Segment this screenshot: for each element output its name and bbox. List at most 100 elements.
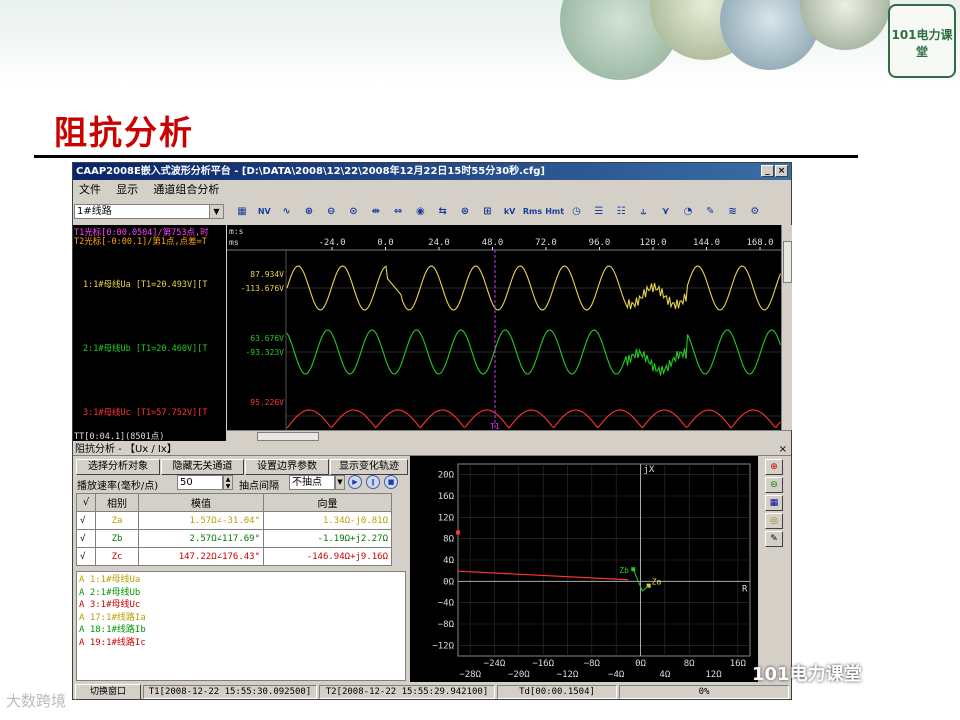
menu-view[interactable]: 显示 [116, 183, 138, 196]
impedance-panel-title: 阻抗分析 - 【Ux / Ix】 [75, 444, 177, 455]
channel-select[interactable]: 1#线路 ▼ [74, 204, 224, 219]
time-unit: ms [229, 238, 239, 247]
rms-icon[interactable]: Rms [523, 204, 542, 220]
chevron-down-icon[interactable]: ▼ [209, 205, 223, 218]
table-header-row: √ 相别 模值 向量 [76, 493, 392, 512]
hide-channels-button[interactable]: 隐藏无关通道 [161, 459, 244, 475]
clock-icon[interactable]: ◷ [568, 204, 586, 220]
zoom-y-icon[interactable]: ⊞ [478, 204, 496, 220]
channel-label[interactable]: 1:1#母线Ua [T1=20.493V][T [83, 278, 207, 290]
list-item[interactable]: A 17:1#线路Ia [79, 612, 403, 625]
sample-select[interactable]: 不抽点 [289, 475, 335, 490]
expand-icon[interactable]: ⇹ [367, 204, 385, 220]
list-item[interactable]: A 3:1#母线Uc [79, 599, 403, 612]
axis-label-r: R [742, 584, 748, 594]
axis-label-jx: jX [644, 465, 655, 475]
title-divider [34, 155, 858, 158]
table-header: 相别 [95, 493, 139, 512]
zoom-in-icon[interactable]: ⊕ [300, 204, 318, 220]
row-check[interactable]: √ [76, 529, 96, 548]
waveform-h-scrollbar[interactable] [227, 430, 791, 442]
kv-icon[interactable]: NV [255, 204, 273, 220]
zoom-in-icon[interactable]: ⊕ [765, 459, 783, 475]
waveform-area[interactable]: m:s ms -24.0 0.0 24.0 48.0 72.0 96.0 120.0 144.0 1… [227, 225, 781, 430]
compress-icon[interactable]: ⇔ [389, 204, 407, 220]
channel-label-panel: T1光标[0:00.0504]/第753点,时 T2光标[-0:00.1]/第1… [73, 225, 226, 430]
waveform-scrollbar[interactable] [781, 225, 792, 430]
minimize-button[interactable]: _ [761, 165, 774, 177]
stop-icon[interactable]: ■ [384, 475, 398, 489]
speed-input[interactable]: 50 [177, 475, 223, 490]
select-target-button[interactable]: 选择分析对象 [76, 459, 160, 475]
time-tick-label: 48.0 [482, 238, 504, 248]
app-window: CAAP2008E嵌入式波形分析平台 - [D:\DATA\2008\12\22… [72, 162, 792, 700]
scroll-thumb[interactable] [783, 241, 792, 283]
clock2-icon[interactable]: ◔ [679, 204, 697, 220]
channel-icon[interactable]: ▦ [233, 204, 251, 220]
impedance-panel-header: 阻抗分析 - 【Ux / Ix】 × [73, 443, 791, 456]
wave2-icon[interactable]: ≋ [724, 204, 742, 220]
list2-icon[interactable]: ☷ [612, 204, 630, 220]
play-icon[interactable]: ▶ [348, 475, 362, 489]
fault-icon[interactable]: ⋎ [657, 204, 675, 220]
window-title: CAAP2008E嵌入式波形分析平台 - [D:\DATA\2008\12\22… [76, 166, 545, 177]
table-row[interactable]: √ Za 1.57Ω∠-31.04° 1.34Ω-j0.81Ω [76, 511, 392, 530]
list-item[interactable]: A 2:1#母线Ub [79, 587, 403, 600]
chevron-down-icon[interactable]: ▼ [335, 475, 345, 490]
window-titlebar[interactable]: CAAP2008E嵌入式波形分析平台 - [D:\DATA\2008\12\22… [73, 163, 791, 180]
magnify-icon[interactable]: ⊛ [456, 204, 474, 220]
swap-icon[interactable]: ⇆ [434, 204, 452, 220]
harmonic-icon[interactable]: Hmt [545, 204, 564, 220]
row-vector: 1.34Ω-j0.81Ω [263, 511, 392, 530]
table-header: 模值 [138, 493, 264, 512]
h-scroll-thumb[interactable] [257, 432, 319, 441]
pen-icon[interactable]: ✎ [701, 204, 719, 220]
wave-icon[interactable]: ∿ [278, 204, 296, 220]
list-item[interactable]: A 18:1#线路Ib [79, 624, 403, 637]
list-item[interactable]: A 19:1#线路Ic [79, 637, 403, 650]
waveform-footer-text: TT[0:04.1](8501点) [74, 432, 165, 442]
switch-window-button[interactable]: 切换窗口 [75, 684, 141, 700]
slide-banner: 101电力课堂 [0, 0, 960, 86]
close-icon[interactable]: × [779, 443, 787, 456]
list-icon[interactable]: ☰ [590, 204, 608, 220]
waveform-plot[interactable]: m:s ms -24.0 0.0 24.0 48.0 72.0 96.0 120.0 144.0 1… [227, 225, 781, 430]
zoom-fit-icon[interactable]: ⊙ [345, 204, 363, 220]
table-header: √ [76, 493, 96, 512]
zoom-out-icon[interactable]: ⊖ [765, 477, 783, 493]
close-button[interactable]: × [775, 165, 788, 177]
kv-text-icon[interactable]: kV [501, 204, 519, 220]
zoom-out-icon[interactable]: ⊖ [322, 204, 340, 220]
zoom-x-icon[interactable]: ◉ [411, 204, 429, 220]
settings-icon[interactable]: ✎ [765, 531, 783, 547]
channel-label[interactable]: 2:1#母线Ub [T1=20.460V][T [83, 342, 207, 354]
pause-icon[interactable]: ǁ [366, 475, 380, 489]
settings-icon[interactable]: ⚙ [746, 204, 764, 220]
y-tick-label: 8Ω [443, 535, 454, 545]
grid-icon[interactable]: ▦ [765, 495, 783, 511]
menu-channel-analysis[interactable]: 通道组合分析 [153, 183, 219, 196]
row-check[interactable]: √ [76, 511, 96, 530]
zoom-fit-icon[interactable]: ◎ [765, 513, 783, 529]
table-row[interactable]: √ Zb 2.57Ω∠117.69° -1.19Ω+j2.27Ω [76, 529, 392, 548]
set-boundary-button[interactable]: 设置边界参数 [245, 459, 329, 475]
channel-max-label: 95.226V [250, 398, 284, 407]
row-check[interactable]: √ [76, 547, 96, 566]
y-tick-label: 20Ω [438, 471, 455, 481]
list-item[interactable]: A 1:1#母线Ua [79, 574, 403, 587]
table-row[interactable]: √ Zc 147.22Ω∠176.43° -146.94Ω+j9.16Ω [76, 547, 392, 566]
channel-list[interactable]: A 1:1#母线Ua A 2:1#母线Ub A 3:1#母线Uc A 17:1#… [76, 571, 406, 681]
show-trajectory-button[interactable]: 显示变化轨迹 [330, 459, 408, 475]
impedance-plot[interactable]: jX R 20Ω 16Ω 12Ω 8Ω 4Ω 0Ω −4Ω −8Ω −12Ω −24Ω −16Ω −8Ω 0… [410, 456, 758, 682]
row-vector: -146.94Ω+j9.16Ω [263, 547, 392, 566]
time-tick-label: 168.0 [746, 238, 773, 248]
menu-file[interactable]: 文件 [79, 183, 101, 196]
x-tick-label: −4Ω [608, 670, 625, 680]
channel-select-value: 1#线路 [77, 206, 112, 217]
impedance-plot-svg[interactable]: jX R 20Ω 16Ω 12Ω 8Ω 4Ω 0Ω −4Ω −8Ω −12Ω −24Ω −16Ω −8Ω 0… [410, 456, 758, 682]
channel-label[interactable]: 3:1#母线Uc [T1=57.752V][T [83, 406, 207, 418]
time-tick-label: 120.0 [639, 238, 666, 248]
phasor-icon[interactable]: ⥿ [634, 204, 652, 220]
speed-spinner[interactable]: ▲ ▼ [223, 475, 233, 490]
channel-min-label: -113.676V [241, 284, 285, 293]
